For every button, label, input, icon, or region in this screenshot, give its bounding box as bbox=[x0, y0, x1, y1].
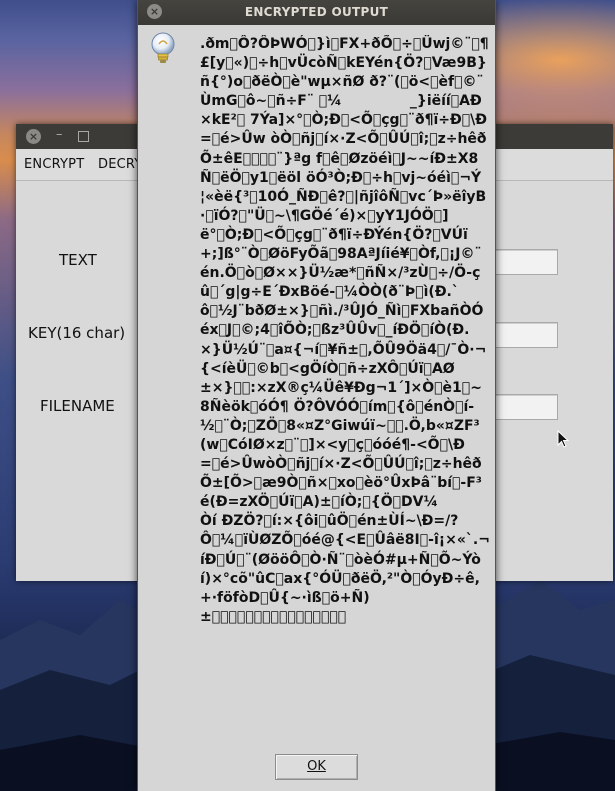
ok-button-label: OK bbox=[307, 759, 326, 774]
encrypted-output-dialog: × ENCRYPTED OUTPUT .ðm Ô?ÔÞWÓ }ì FX+ðÕ ÷… bbox=[137, 0, 496, 791]
encrypted-message-text: .ðm Ô?ÔÞWÓ }ì FX+ðÕ ÷ Üwj©¨ ¶£[y «) ÷h v… bbox=[200, 36, 490, 625]
filename-label: FILENAME bbox=[40, 397, 115, 415]
filename-input[interactable] bbox=[494, 394, 558, 420]
maximize-icon[interactable] bbox=[78, 131, 89, 142]
key-label: KEY(16 char) bbox=[28, 324, 126, 342]
text-input[interactable] bbox=[494, 249, 558, 275]
key-input[interactable] bbox=[494, 322, 558, 348]
dialog-title: ENCRYPTED OUTPUT bbox=[244, 5, 389, 19]
menu-encrypt[interactable]: ENCRYPT bbox=[24, 157, 84, 172]
close-icon[interactable]: × bbox=[26, 129, 41, 144]
dialog-titlebar: × ENCRYPTED OUTPUT bbox=[138, 0, 495, 25]
menu-decrypt[interactable]: DECRY bbox=[98, 157, 142, 172]
ok-button[interactable]: OK bbox=[275, 754, 358, 780]
mouse-cursor-icon bbox=[557, 430, 569, 448]
lightbulb-icon bbox=[151, 32, 175, 63]
text-label: TEXT bbox=[59, 251, 97, 269]
minimize-icon[interactable]: – bbox=[56, 127, 63, 142]
